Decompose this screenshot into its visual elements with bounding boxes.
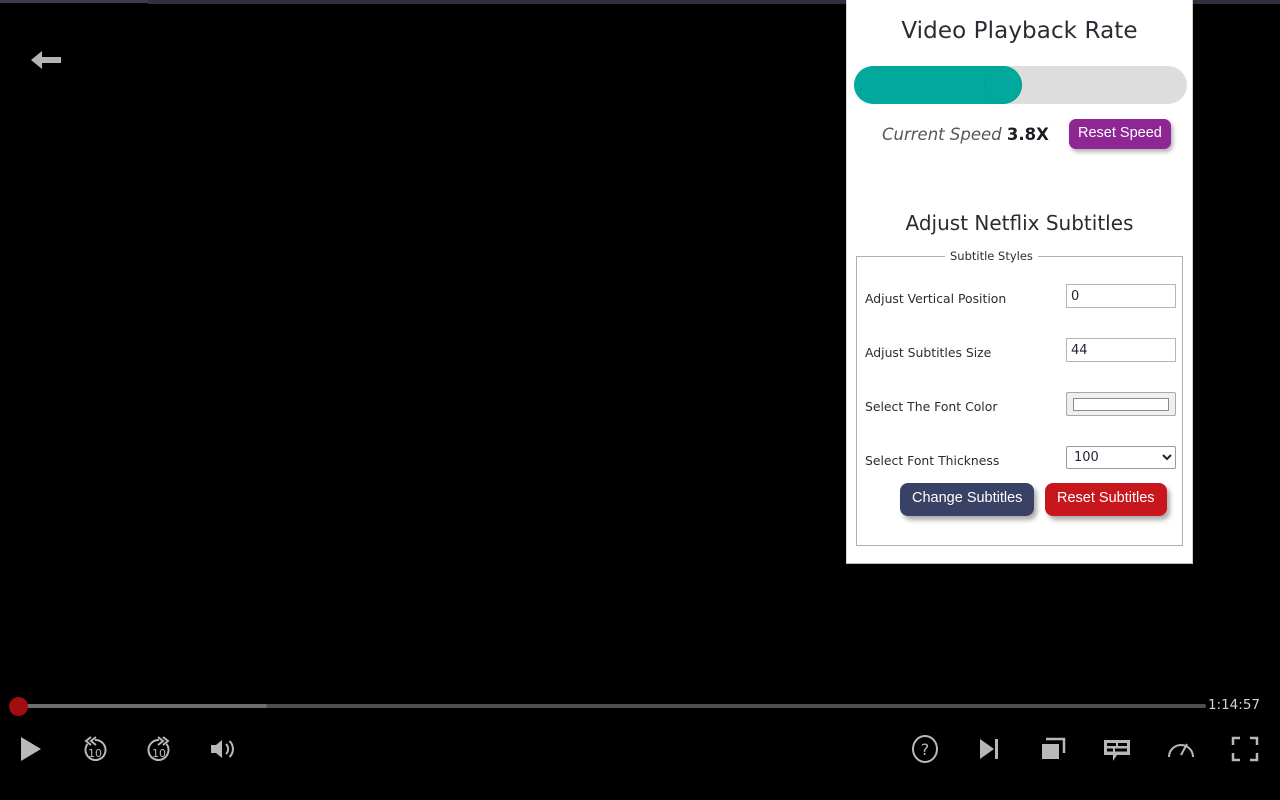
episodes-button[interactable]: [1032, 726, 1074, 772]
play-button[interactable]: [10, 726, 52, 772]
field-font-color: Select The Font Color: [857, 389, 1182, 433]
current-speed-label: Current Speed 3.8X: [882, 125, 1049, 144]
subtitle-size-input[interactable]: [1066, 338, 1176, 362]
episodes-icon: [1038, 735, 1068, 763]
playback-speed-button[interactable]: [1160, 726, 1202, 772]
slider-thumb[interactable]: [983, 66, 1022, 104]
player-controls-left: 10 10: [10, 726, 244, 772]
forward-10-button[interactable]: 10: [138, 726, 180, 772]
current-speed-value: 3.8X: [1006, 125, 1049, 144]
forward-10-icon: 10: [143, 733, 175, 765]
reset-speed-button[interactable]: Reset Speed: [1069, 119, 1171, 149]
video-player-page: Video Playback Rate Current Speed 3.8X R…: [0, 0, 1280, 800]
player-controls-right: ?: [904, 726, 1266, 772]
volume-button[interactable]: [202, 726, 244, 772]
arrow-left-icon: [29, 47, 63, 73]
field-control: 100200300400500600700800900: [1066, 446, 1176, 469]
next-episode-icon: [975, 735, 1003, 763]
subtitle-styles-legend: Subtitle Styles: [950, 249, 1033, 263]
font-color-swatch: [1073, 397, 1169, 411]
font-thickness-select[interactable]: 100200300400500600700800900: [1066, 446, 1176, 469]
field-font-thickness: Select Font Thickness 100200300400500600…: [857, 443, 1182, 487]
current-speed-prefix: Current Speed: [882, 125, 1007, 144]
settings-panel: Video Playback Rate Current Speed 3.8X R…: [846, 0, 1193, 564]
fullscreen-icon: [1231, 736, 1259, 762]
fullscreen-button[interactable]: [1224, 726, 1266, 772]
panel-title: Video Playback Rate: [901, 18, 1138, 44]
field-control: [1066, 338, 1176, 362]
field-control: [1066, 284, 1176, 308]
speed-gauge-icon: [1166, 735, 1196, 763]
time-remaining: 1:14:57: [1207, 697, 1260, 713]
change-subtitles-button[interactable]: Change Subtitles: [900, 483, 1035, 516]
subtitle-actions: Change Subtitles Reset Subtitles: [857, 483, 1182, 523]
field-label: Select Font Thickness: [865, 453, 1000, 468]
subtitles-heading: Adjust Netflix Subtitles: [905, 211, 1134, 235]
subtitles-icon: [1101, 735, 1133, 763]
svg-text:?: ?: [921, 740, 930, 759]
current-speed-row: Current Speed 3.8X Reset Speed: [847, 119, 1192, 163]
progress-buffered: [18, 704, 268, 708]
rewind-10-icon: 10: [79, 733, 111, 765]
progress-area: 1:14:57: [0, 694, 1280, 720]
progress-bar[interactable]: [18, 704, 1206, 708]
field-vertical-position: Adjust Vertical Position: [857, 281, 1182, 325]
progress-handle[interactable]: [9, 697, 28, 716]
playback-rate-slider[interactable]: [854, 66, 1187, 104]
subtitles-button[interactable]: [1096, 726, 1138, 772]
play-icon: [18, 735, 44, 763]
subtitle-styles-fieldset: Subtitle Styles Adjust Vertical Position…: [856, 249, 1183, 546]
field-label: Adjust Vertical Position: [865, 291, 1007, 306]
volume-icon: [208, 736, 238, 762]
help-circle-icon: ?: [910, 734, 940, 764]
field-label: Adjust Subtitles Size: [865, 345, 992, 360]
font-color-picker[interactable]: [1066, 392, 1176, 416]
back-button[interactable]: [28, 44, 64, 76]
browser-chrome-left: [0, 0, 148, 3]
player-controls: 10 10 ?: [0, 726, 1280, 782]
vertical-position-input[interactable]: [1066, 284, 1176, 308]
svg-text:10: 10: [88, 747, 102, 760]
field-control: [1066, 392, 1176, 416]
field-subtitle-size: Adjust Subtitles Size: [857, 335, 1182, 379]
next-episode-button[interactable]: [968, 726, 1010, 772]
help-button[interactable]: ?: [904, 726, 946, 772]
reset-subtitles-button[interactable]: Reset Subtitles: [1045, 483, 1167, 516]
rewind-10-button[interactable]: 10: [74, 726, 116, 772]
field-label: Select The Font Color: [865, 399, 998, 414]
svg-text:10: 10: [152, 747, 166, 760]
